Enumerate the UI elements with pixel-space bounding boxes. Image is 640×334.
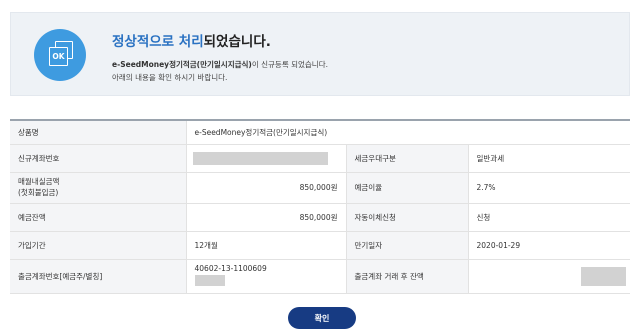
balance-value: 850,000원	[186, 203, 346, 232]
banner-title-rest: 되었습니다.	[203, 34, 271, 50]
product-value: e-SeedMoney정기적금(만기일시지급식)	[186, 120, 630, 145]
account-info-table: 상품명 e-SeedMoney정기적금(만기일시지급식) 신규계좌번호 세금우대…	[10, 119, 630, 294]
banner-title: 정상적으로 처리되었습니다.	[112, 30, 271, 50]
maturity-label: 만기일자	[345, 231, 469, 260]
banner-message-line2: 아래의 내용을 확인 하시기 바랍니다.	[112, 73, 228, 82]
monthly-amount-label-line1: 매월내실금액	[18, 176, 60, 186]
table-row: 예금잔액 850,000원 자동이체신청 신청	[10, 203, 630, 232]
autotransfer-label: 자동이체신청	[345, 203, 469, 232]
product-label: 상품명	[10, 120, 187, 145]
tax-value: 일반과세	[468, 144, 630, 173]
rate-value: 2.7%	[468, 172, 630, 204]
new-account-value	[186, 144, 346, 173]
ok-icon: OK	[34, 29, 86, 81]
rate-label: 예금이율	[345, 172, 469, 204]
period-value: 12개월	[186, 231, 346, 260]
withdraw-balance-label: 출금계좌 거래 후 잔액	[345, 259, 469, 294]
new-account-label: 신규계좌번호	[10, 144, 187, 173]
withdraw-balance-value	[468, 259, 630, 294]
confirm-button[interactable]: 확인	[288, 307, 356, 329]
maturity-value: 2020-01-29	[468, 231, 630, 260]
monthly-amount-value: 850,000원	[186, 172, 346, 204]
table-row: 상품명 e-SeedMoney정기적금(만기일시지급식)	[10, 120, 630, 145]
period-label: 가입기간	[10, 231, 187, 260]
monthly-amount-label-line2: (첫회불입금)	[18, 187, 59, 197]
monthly-amount-label: 매월내실금액 (첫회불입금)	[10, 172, 187, 204]
withdraw-account-number: 40602-13-1100609	[194, 264, 267, 273]
masked-account-holder	[194, 275, 225, 286]
banner-title-highlight: 정상적으로 처리	[112, 34, 204, 50]
balance-label: 예금잔액	[10, 203, 187, 232]
ok-icon-text: OK	[52, 51, 65, 61]
withdraw-account-label: 출금계좌번호[예금주/별칭]	[10, 259, 187, 294]
table-row: 가입기간 12개월 만기일자 2020-01-29	[10, 231, 630, 260]
banner-product-name: e-SeedMoney정기적금(만기일시지급식)	[112, 60, 252, 69]
table-row: 신규계좌번호 세금우대구분 일반과세	[10, 144, 630, 173]
ok-icon-front-square: OK	[49, 47, 68, 66]
banner-message-suffix: 이 신규등록 되었습니다.	[251, 60, 328, 69]
banner-message-line1: e-SeedMoney정기적금(만기일시지급식)이 신규등록 되었습니다.	[112, 59, 328, 70]
autotransfer-value: 신청	[468, 203, 630, 232]
masked-balance	[581, 266, 626, 286]
table-row: 매월내실금액 (첫회불입금) 850,000원 예금이율 2.7%	[10, 172, 630, 204]
withdraw-account-cell: 40602-13-1100609	[186, 259, 346, 294]
tax-label: 세금우대구분	[345, 144, 469, 173]
success-banner: OK 정상적으로 처리되었습니다. e-SeedMoney정기적금(만기일시지급…	[10, 12, 630, 96]
table-row: 출금계좌번호[예금주/별칭] 40602-13-1100609 출금계좌 거래 …	[10, 259, 630, 294]
masked-account-number	[192, 151, 328, 165]
